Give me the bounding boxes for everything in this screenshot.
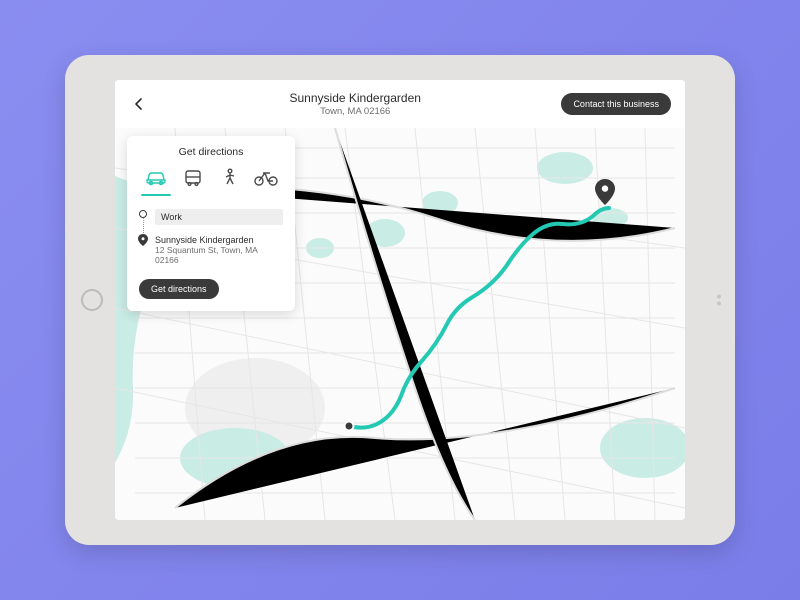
destination-row: Sunnyside Kindergarden 12 Squantum St, T… xyxy=(155,235,283,265)
origin-row xyxy=(155,209,283,225)
mode-bike[interactable] xyxy=(253,166,279,190)
map-view[interactable]: Get directions xyxy=(115,128,685,520)
chevron-left-icon xyxy=(134,97,144,111)
header-title-block: Sunnyside Kindergarden Town, MA 02166 xyxy=(290,91,421,117)
walk-icon xyxy=(222,168,236,188)
mode-car[interactable] xyxy=(143,166,169,190)
origin-input[interactable] xyxy=(155,209,283,225)
origin-dot-icon xyxy=(139,210,147,218)
route-endpoints: Sunnyside Kindergarden 12 Squantum St, T… xyxy=(139,209,283,265)
contact-business-button[interactable]: Contact this business xyxy=(561,93,671,115)
transport-mode-row xyxy=(139,166,283,197)
tablet-side-indicator xyxy=(717,295,721,306)
header-bar: Sunnyside Kindergarden Town, MA 02166 Co… xyxy=(115,80,685,128)
back-button[interactable] xyxy=(129,94,149,114)
tablet-home-button xyxy=(81,289,103,311)
mode-bus[interactable] xyxy=(180,166,206,190)
directions-title: Get directions xyxy=(139,146,283,158)
bus-icon xyxy=(183,169,203,187)
tablet-frame: Sunnyside Kindergarden Town, MA 02166 Co… xyxy=(65,55,735,545)
destination-pin-icon xyxy=(139,236,147,244)
get-directions-button[interactable]: Get directions xyxy=(139,279,219,299)
directions-panel: Get directions xyxy=(127,136,295,311)
page-subtitle: Town, MA 02166 xyxy=(290,106,421,117)
route-origin-marker xyxy=(343,420,354,431)
destination-name: Sunnyside Kindergarden xyxy=(155,235,283,245)
bike-icon xyxy=(254,170,278,186)
mode-walk[interactable] xyxy=(216,166,242,190)
destination-address: 12 Squantum St, Town, MA 02166 xyxy=(155,245,283,265)
route-destination-pin xyxy=(595,179,615,210)
map-pin-icon xyxy=(595,179,615,205)
app-screen: Sunnyside Kindergarden Town, MA 02166 Co… xyxy=(115,80,685,520)
car-icon xyxy=(145,170,167,186)
page-title: Sunnyside Kindergarden xyxy=(290,91,421,105)
